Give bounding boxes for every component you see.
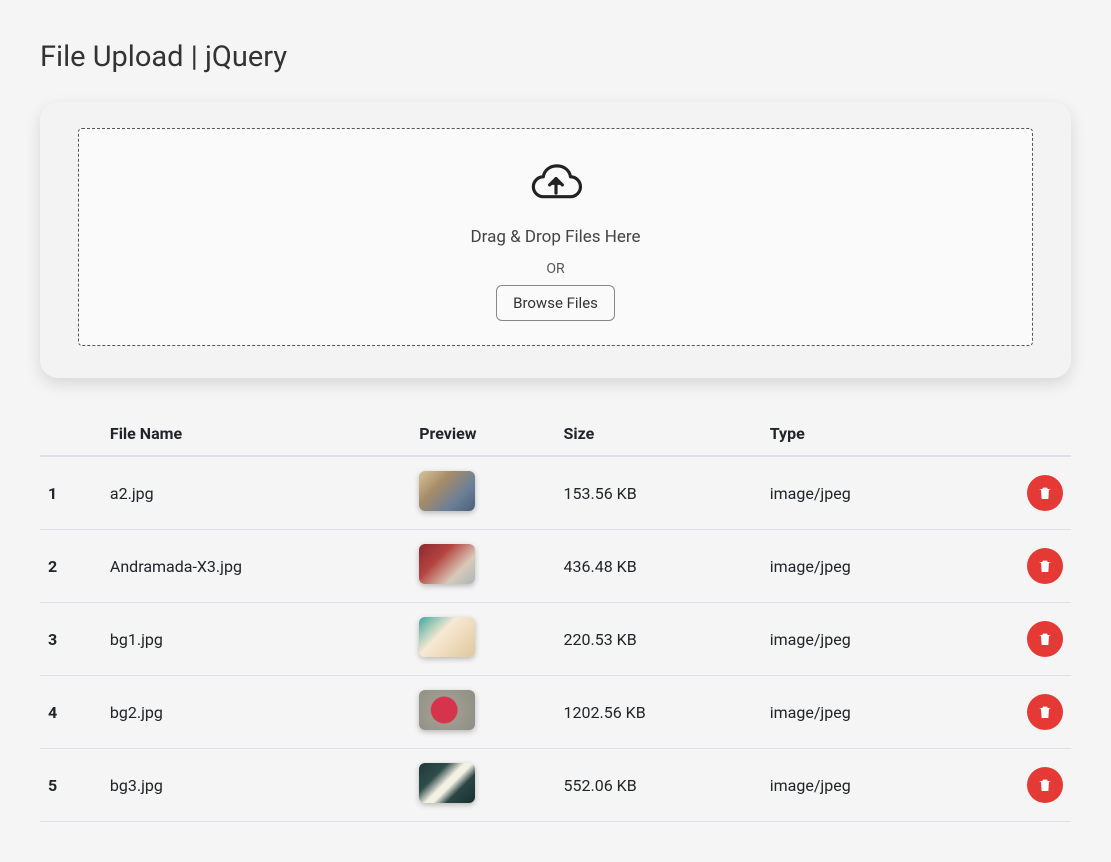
row-file-name: a2.jpg bbox=[102, 456, 411, 530]
row-type: image/jpeg bbox=[762, 749, 989, 822]
row-file-name: bg2.jpg bbox=[102, 676, 411, 749]
files-table: File Name Preview Size Type 1 a2.jpg 153… bbox=[40, 412, 1071, 822]
row-index: 5 bbox=[40, 749, 102, 822]
row-index: 2 bbox=[40, 530, 102, 603]
row-file-name: bg1.jpg bbox=[102, 603, 411, 676]
table-header-size: Size bbox=[556, 412, 762, 456]
table-header-name: File Name bbox=[102, 412, 411, 456]
row-preview bbox=[411, 603, 555, 676]
trash-icon bbox=[1037, 630, 1053, 648]
row-preview bbox=[411, 676, 555, 749]
row-size: 220.53 KB bbox=[556, 603, 762, 676]
table-row: 2 Andramada-X3.jpg 436.48 KB image/jpeg bbox=[40, 530, 1071, 603]
row-type: image/jpeg bbox=[762, 456, 989, 530]
thumbnail-icon bbox=[419, 544, 475, 584]
table-header-type: Type bbox=[762, 412, 989, 456]
row-preview bbox=[411, 530, 555, 603]
trash-icon bbox=[1037, 484, 1053, 502]
thumbnail-icon bbox=[419, 763, 475, 803]
upload-card: Drag & Drop Files Here OR Browse Files bbox=[40, 102, 1071, 378]
table-row: 3 bg1.jpg 220.53 KB image/jpeg bbox=[40, 603, 1071, 676]
delete-button[interactable] bbox=[1027, 475, 1063, 511]
row-size: 1202.56 KB bbox=[556, 676, 762, 749]
table-header-index bbox=[40, 412, 102, 456]
delete-button[interactable] bbox=[1027, 694, 1063, 730]
table-header-action bbox=[989, 412, 1071, 456]
row-preview bbox=[411, 456, 555, 530]
trash-icon bbox=[1037, 557, 1053, 575]
row-size: 153.56 KB bbox=[556, 456, 762, 530]
row-file-name: bg3.jpg bbox=[102, 749, 411, 822]
row-type: image/jpeg bbox=[762, 530, 989, 603]
row-index: 4 bbox=[40, 676, 102, 749]
table-row: 1 a2.jpg 153.56 KB image/jpeg bbox=[40, 456, 1071, 530]
upload-dropzone[interactable]: Drag & Drop Files Here OR Browse Files bbox=[78, 128, 1033, 346]
row-index: 1 bbox=[40, 456, 102, 530]
row-preview bbox=[411, 749, 555, 822]
or-label: OR bbox=[99, 261, 1012, 277]
delete-button[interactable] bbox=[1027, 621, 1063, 657]
thumbnail-icon bbox=[419, 617, 475, 657]
thumbnail-icon bbox=[419, 690, 475, 730]
row-size: 436.48 KB bbox=[556, 530, 762, 603]
delete-button[interactable] bbox=[1027, 548, 1063, 584]
row-file-name: Andramada-X3.jpg bbox=[102, 530, 411, 603]
delete-button[interactable] bbox=[1027, 767, 1063, 803]
trash-icon bbox=[1037, 776, 1053, 794]
row-index: 3 bbox=[40, 603, 102, 676]
row-size: 552.06 KB bbox=[556, 749, 762, 822]
table-header-preview: Preview bbox=[411, 412, 555, 456]
drag-drop-label: Drag & Drop Files Here bbox=[99, 227, 1012, 247]
cloud-upload-icon bbox=[99, 159, 1012, 213]
table-row: 5 bg3.jpg 552.06 KB image/jpeg bbox=[40, 749, 1071, 822]
row-type: image/jpeg bbox=[762, 603, 989, 676]
row-type: image/jpeg bbox=[762, 676, 989, 749]
thumbnail-icon bbox=[419, 471, 475, 511]
trash-icon bbox=[1037, 703, 1053, 721]
browse-files-button[interactable]: Browse Files bbox=[496, 285, 615, 321]
table-row: 4 bg2.jpg 1202.56 KB image/jpeg bbox=[40, 676, 1071, 749]
page-title: File Upload | jQuery bbox=[40, 40, 1071, 74]
